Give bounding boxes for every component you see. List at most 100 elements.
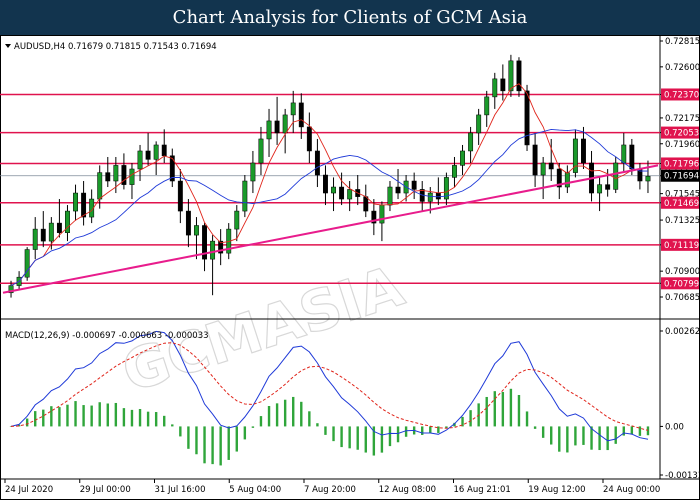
macd-histogram-bar (469, 410, 472, 427)
candle-body (242, 180, 248, 212)
candle-body (298, 102, 304, 128)
candle-body (314, 150, 320, 176)
macd-histogram-bar (171, 424, 174, 427)
candle-body (323, 174, 328, 194)
symbol-info: AUDUSD,H4 0.71679 0.71815 0.71543 0.7169… (14, 42, 217, 52)
time-tick-label: 31 Jul 16:00 (155, 485, 206, 495)
candle-body (210, 240, 216, 260)
macd-histogram-bar (98, 402, 101, 427)
candle-body (282, 114, 288, 134)
candle-body (32, 228, 38, 250)
candle-body (492, 78, 498, 98)
price-tick-label: 0.72600 (665, 63, 700, 73)
candle-body (629, 144, 635, 170)
time-tick-label: 24 Aug 00:00 (603, 485, 660, 495)
price-tick-label: 0.71960 (665, 140, 700, 150)
candle-body (460, 150, 465, 166)
macd-histogram-bar (396, 426, 400, 443)
macd-histogram-bar (421, 426, 424, 435)
banner-title: Chart Analysis for Clients of GCM Asia (0, 0, 700, 35)
candle-body (524, 90, 530, 146)
candle-body (185, 210, 191, 236)
macd-histogram-bar (82, 405, 85, 427)
candle-body (395, 186, 401, 194)
current-price-label: 0.71694 (664, 172, 699, 182)
macd-histogram-bar (251, 426, 255, 428)
candle-body (145, 150, 151, 160)
candle-body (452, 165, 457, 178)
candle-body (97, 172, 103, 200)
candle-body (613, 162, 619, 190)
macd-histogram-bar (195, 426, 198, 455)
price-tick-label: 0.70900 (665, 267, 700, 277)
macd-histogram-bar (558, 426, 561, 452)
time-tick-label: 24 Jul 2020 (5, 485, 53, 495)
candle-body (129, 168, 135, 185)
candle-body (621, 144, 627, 164)
candle-body (153, 144, 159, 160)
macd-label: MACD(12,26,9) -0.000697 -0.000663 -0.000… (5, 331, 209, 341)
macd-histogram-bar (187, 426, 190, 449)
macd-histogram-bar (34, 411, 37, 427)
price-tick-label: 0.72175 (665, 114, 700, 124)
macd-histogram-bar (50, 406, 53, 427)
macd-histogram-bar (235, 426, 238, 452)
macd-histogram-bar (259, 416, 263, 427)
level-tag-label: 0.71796 (664, 159, 699, 169)
candle-body (581, 138, 586, 164)
candle-body (266, 120, 272, 140)
macd-histogram-bar (154, 412, 158, 427)
candle-body (484, 96, 490, 116)
candle-body (347, 189, 353, 200)
candle-body (532, 144, 538, 176)
candle-body (177, 180, 183, 212)
candle-body (113, 165, 119, 182)
macd-histogram-bar (566, 426, 569, 453)
candle-body (161, 144, 167, 157)
macd-histogram-bar (300, 401, 303, 427)
macd-histogram-bar (356, 426, 359, 450)
time-tick-label: 7 Aug 20:00 (304, 485, 356, 495)
candle-body (476, 114, 482, 134)
macd-histogram-bar (25, 418, 29, 427)
macd-histogram-bar (388, 426, 392, 447)
candle-body (194, 225, 199, 236)
level-tag-label: 0.72053 (664, 129, 699, 139)
candle-body (435, 192, 441, 200)
time-tick-label: 29 Jul 00:00 (80, 485, 131, 495)
macd-tick-label: 0.00 (665, 422, 684, 432)
candle-body (468, 132, 474, 152)
macd-histogram-bar (493, 391, 496, 427)
macd-histogram-bar (211, 426, 214, 465)
macd-histogram-bar (90, 405, 93, 427)
level-tag-label: 0.71469 (664, 199, 699, 209)
candle-body (73, 192, 78, 212)
time-tick-label: 5 Aug 04:00 (229, 485, 281, 495)
macd-histogram-bar (58, 407, 61, 427)
candle-body (564, 172, 570, 188)
level-tag-label: 0.71119 (664, 241, 699, 251)
candle-body (331, 186, 336, 194)
macd-histogram-bar (348, 426, 351, 449)
macd-histogram-bar (163, 415, 166, 427)
macd-histogram-bar (42, 409, 45, 427)
candle-body (290, 102, 296, 116)
macd-histogram-bar (316, 423, 319, 427)
time-tick-label: 12 Aug 08:00 (379, 485, 436, 495)
macd-histogram-bar (340, 426, 343, 448)
macd-histogram-bar (122, 408, 126, 427)
level-tag-label: 0.70799 (664, 279, 699, 289)
time-tick-label: 19 Aug 12:00 (528, 485, 585, 495)
candle-body (306, 126, 312, 152)
macd-histogram-bar (429, 426, 432, 434)
candle-body (274, 120, 280, 134)
macd-histogram-bar (509, 388, 513, 427)
candle-body (339, 186, 345, 200)
candle-body (605, 184, 611, 190)
macd-histogram-bar (146, 411, 150, 427)
candle-body (508, 60, 514, 92)
level-tag-label: 0.72370 (664, 90, 699, 100)
candle-body (427, 192, 433, 202)
macd-histogram-bar (574, 426, 577, 446)
candle-body (258, 138, 264, 164)
